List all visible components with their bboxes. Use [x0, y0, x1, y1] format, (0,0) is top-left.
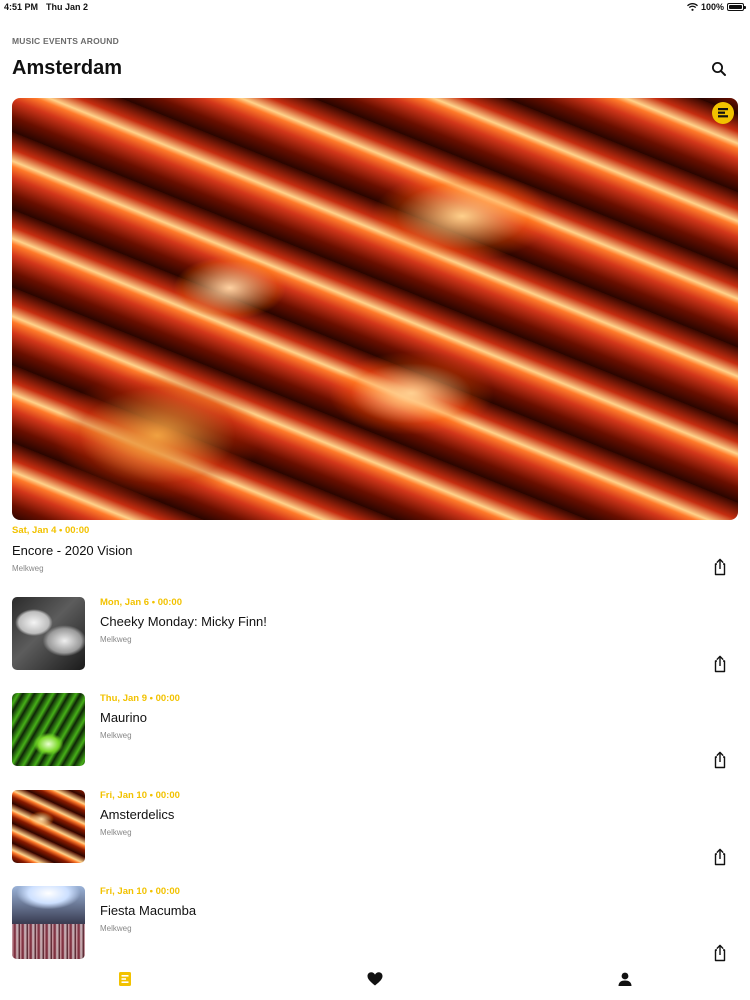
event-venue: Melkweg [100, 924, 132, 933]
person-icon[interactable] [616, 970, 634, 988]
event-title[interactable]: Fiesta Macumba [100, 903, 196, 918]
share-icon[interactable] [712, 944, 728, 962]
event-thumbnail[interactable] [12, 597, 85, 670]
heart-icon[interactable] [366, 970, 384, 988]
event-date: Thu, Jan 9 • 00:00 [100, 693, 180, 704]
list-item[interactable]: Thu, Jan 9 • 00:00 Maurino Melkweg [0, 693, 750, 783]
list-item[interactable]: Mon, Jan 6 • 00:00 Cheeky Monday: Micky … [0, 597, 750, 687]
share-icon[interactable] [712, 655, 728, 673]
event-title[interactable]: Cheeky Monday: Micky Finn! [100, 614, 267, 629]
event-venue: Melkweg [100, 731, 132, 740]
event-thumbnail[interactable] [12, 790, 85, 863]
event-thumbnail[interactable] [12, 886, 85, 959]
status-bar: 4:51 PM Thu Jan 2 100% [0, 0, 750, 16]
page-title: Amsterdam [12, 57, 123, 79]
featured-event-venue: Melkweg [12, 564, 44, 573]
event-title[interactable]: Maurino [100, 710, 147, 725]
status-time: 4:51 PM [4, 2, 39, 12]
list-item[interactable]: Fri, Jan 10 • 00:00 Amsterdelics Melkweg [0, 790, 750, 880]
event-title[interactable]: Amsterdelics [100, 807, 174, 822]
wifi-icon [687, 3, 698, 11]
event-date: Fri, Jan 10 • 00:00 [100, 790, 180, 801]
search-icon[interactable] [710, 60, 728, 78]
event-venue: Melkweg [100, 635, 132, 644]
battery-percent: 100% [700, 2, 724, 12]
share-icon[interactable] [712, 751, 728, 769]
event-date: Mon, Jan 6 • 00:00 [100, 597, 182, 608]
featured-event-title[interactable]: Encore - 2020 Vision [12, 543, 132, 558]
events-tab-icon[interactable] [116, 970, 134, 988]
event-thumbnail[interactable] [12, 693, 85, 766]
app-logo-icon [712, 102, 734, 124]
share-icon[interactable] [712, 848, 728, 866]
share-icon[interactable] [712, 558, 728, 576]
featured-event-date: Sat, Jan 4 • 00:00 [12, 525, 90, 536]
event-venue: Melkweg [100, 828, 132, 837]
header-kicker: MUSIC EVENTS AROUND [12, 36, 119, 46]
event-date: Fri, Jan 10 • 00:00 [100, 886, 180, 897]
status-right: 100% [687, 2, 746, 12]
featured-event-image[interactable] [12, 98, 738, 520]
tab-bar [0, 962, 750, 1000]
battery-icon [727, 3, 746, 11]
status-date: Thu Jan 2 [46, 2, 89, 12]
